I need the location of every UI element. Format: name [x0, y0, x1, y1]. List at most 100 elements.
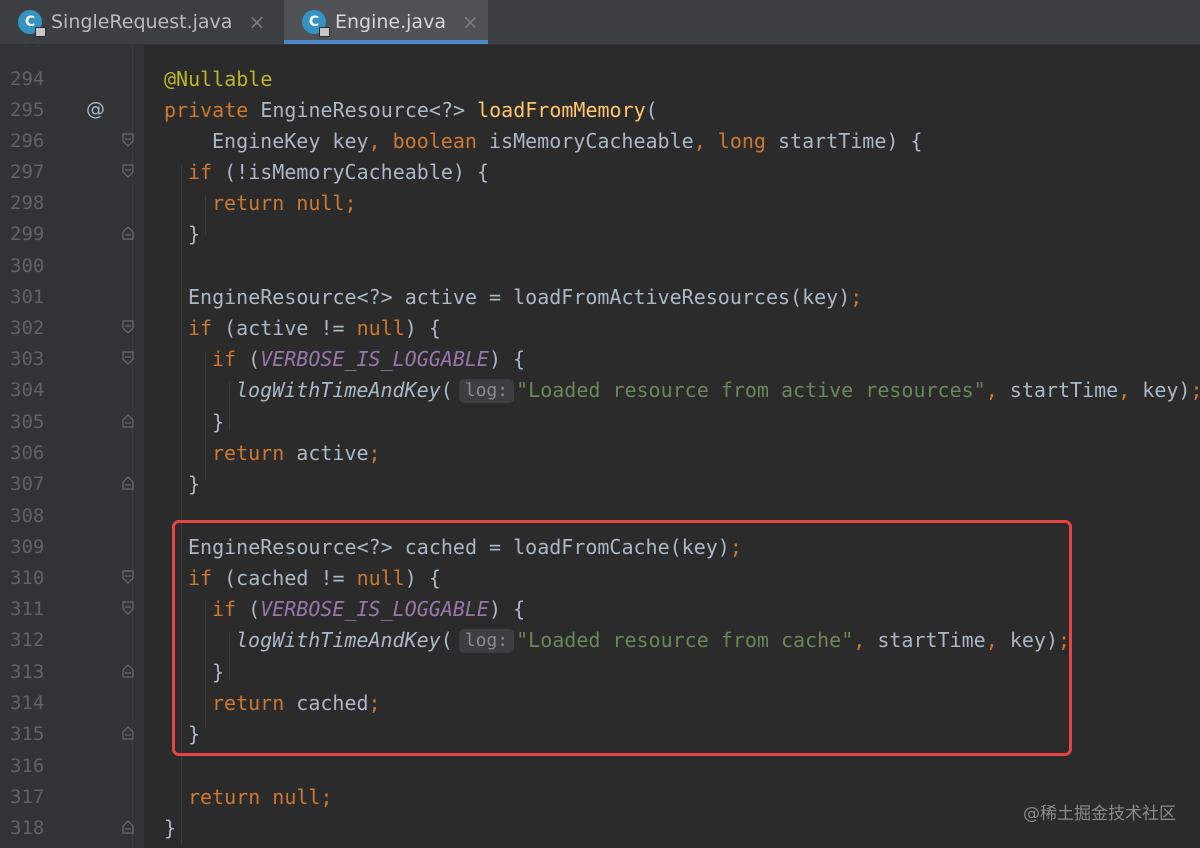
- line-number: 309: [10, 536, 45, 558]
- code-text: if (VERBOSE_IS_LOGGABLE) {: [212, 597, 526, 621]
- code-line: 293: [0, 45, 1200, 54]
- parameter-hint: log:: [458, 629, 515, 653]
- lock-icon: [319, 27, 330, 37]
- code-line: 306 return active;: [0, 437, 1200, 468]
- code-line: 303 if (VERBOSE_IS_LOGGABLE) {: [0, 343, 1200, 374]
- code-text: }: [164, 816, 177, 840]
- line-number: 308: [10, 505, 45, 527]
- code-text: }: [212, 660, 225, 684]
- line-number: 317: [10, 786, 45, 808]
- parameter-hint: log:: [458, 379, 515, 403]
- code-line: 299 }: [0, 218, 1200, 249]
- line-number: 318: [10, 817, 45, 839]
- line-number: 305: [10, 411, 45, 433]
- line-number: 297: [10, 161, 45, 183]
- code-line: 295 @ private EngineResource<?> loadFrom…: [0, 94, 1200, 125]
- line-number: 306: [10, 442, 45, 464]
- code-text: }: [188, 222, 201, 246]
- code-line: 304 logWithTimeAndKey(log: "Loaded resour…: [0, 374, 1200, 405]
- code-text: }: [188, 722, 201, 746]
- code-line: 301 EngineResource<?> active = loadFromA…: [0, 281, 1200, 312]
- line-number: 303: [10, 348, 45, 370]
- code-line: 310 if (cached != null) {: [0, 562, 1200, 593]
- code-line: 309 EngineResource<?> cached = loadFromC…: [0, 531, 1200, 562]
- code-text: }: [188, 472, 201, 496]
- class-icon: C: [18, 10, 46, 37]
- line-number: 313: [10, 661, 45, 683]
- fold-end-icon[interactable]: [122, 820, 134, 834]
- code-line: 316: [0, 750, 1200, 781]
- line-number: 294: [10, 68, 45, 90]
- fold-start-icon[interactable]: [122, 570, 134, 584]
- code-line: 312 logWithTimeAndKey(log: "Loaded resour…: [0, 624, 1200, 655]
- line-number: 298: [10, 192, 45, 214]
- fold-end-icon[interactable]: [122, 664, 134, 678]
- code-line: 298 return null;: [0, 187, 1200, 218]
- tab-label: Engine.java: [335, 11, 446, 33]
- line-number: 301: [10, 286, 45, 308]
- code-line: 315 }: [0, 718, 1200, 749]
- override-marker-icon[interactable]: @: [86, 96, 105, 122]
- line-number: 315: [10, 723, 45, 745]
- code-line: 318 }: [0, 812, 1200, 843]
- code-text: if (active != null) {: [188, 316, 441, 340]
- fold-start-icon[interactable]: [122, 601, 134, 615]
- code-text: EngineResource<?> active = loadFromActiv…: [188, 285, 863, 309]
- code-line: 294 @Nullable: [0, 63, 1200, 94]
- fold-start-icon[interactable]: [122, 133, 134, 147]
- watermark: @稀土掘金技术社区: [1023, 804, 1176, 824]
- code-text: logWithTimeAndKey(log: "Loaded resource f…: [236, 628, 1071, 653]
- fold-end-icon[interactable]: [122, 414, 134, 428]
- code-line: 305 }: [0, 406, 1200, 437]
- code-line: 314 return cached;: [0, 687, 1200, 718]
- code-text: EngineKey key, boolean isMemoryCacheable…: [212, 129, 923, 153]
- code-text: if (VERBOSE_IS_LOGGABLE) {: [212, 347, 526, 371]
- lock-icon: [35, 27, 46, 37]
- close-icon[interactable]: ×: [248, 10, 265, 34]
- code-text: return cached;: [212, 691, 381, 715]
- code-line: 297 if (!isMemoryCacheable) {: [0, 156, 1200, 187]
- line-number: 314: [10, 692, 45, 714]
- fold-end-icon[interactable]: [122, 726, 134, 740]
- code-line: 313 }: [0, 656, 1200, 687]
- code-text: if (!isMemoryCacheable) {: [188, 160, 490, 184]
- line-number: 293: [10, 45, 50, 51]
- line-number: 299: [10, 223, 45, 245]
- line-number: 312: [10, 629, 45, 651]
- code-line: 311 if (VERBOSE_IS_LOGGABLE) {: [0, 593, 1200, 624]
- class-icon: C: [302, 10, 330, 37]
- code-line: 302 if (active != null) {: [0, 312, 1200, 343]
- code-text: private EngineResource<?> loadFromMemory…: [164, 98, 658, 122]
- line-number: 304: [10, 379, 45, 401]
- code-line: 296 EngineKey key, boolean isMemoryCache…: [0, 125, 1200, 156]
- line-number: 310: [10, 567, 45, 589]
- code-text: return null;: [188, 785, 333, 809]
- code-text: @Nullable: [164, 67, 273, 91]
- code-line: 307 }: [0, 468, 1200, 499]
- editor-tab-bar: C SingleRequest.java × C Engine.java ×: [0, 0, 1200, 45]
- fold-start-icon[interactable]: [122, 164, 134, 178]
- code-editor[interactable]: 293 294 @Nullable 295 @ private EngineRe…: [0, 45, 1200, 848]
- code-line: 317 return null;: [0, 781, 1200, 812]
- code-text: if (cached != null) {: [188, 566, 441, 590]
- tab-singlerequest-java[interactable]: C SingleRequest.java ×: [0, 0, 282, 44]
- code-text: EngineResource<?> cached = loadFromCache…: [188, 535, 742, 559]
- line-number: 300: [10, 255, 45, 277]
- line-number: 316: [10, 755, 45, 777]
- close-icon[interactable]: ×: [462, 10, 479, 34]
- fold-end-icon[interactable]: [122, 226, 134, 240]
- code-text: return active;: [212, 441, 381, 465]
- code-text: logWithTimeAndKey(log: "Loaded resource f…: [236, 378, 1200, 403]
- line-number: 311: [10, 598, 45, 620]
- line-number: 296: [10, 130, 45, 152]
- tab-label: SingleRequest.java: [51, 11, 233, 33]
- fold-end-icon[interactable]: [122, 476, 134, 490]
- tab-engine-java[interactable]: C Engine.java ×: [284, 0, 488, 44]
- code-text: }: [212, 410, 225, 434]
- code-line: 300: [0, 250, 1200, 281]
- code-line: 308: [0, 500, 1200, 531]
- fold-start-icon[interactable]: [122, 320, 134, 334]
- line-number: 302: [10, 317, 45, 339]
- code-text: return null;: [212, 191, 357, 215]
- fold-start-icon[interactable]: [122, 351, 134, 365]
